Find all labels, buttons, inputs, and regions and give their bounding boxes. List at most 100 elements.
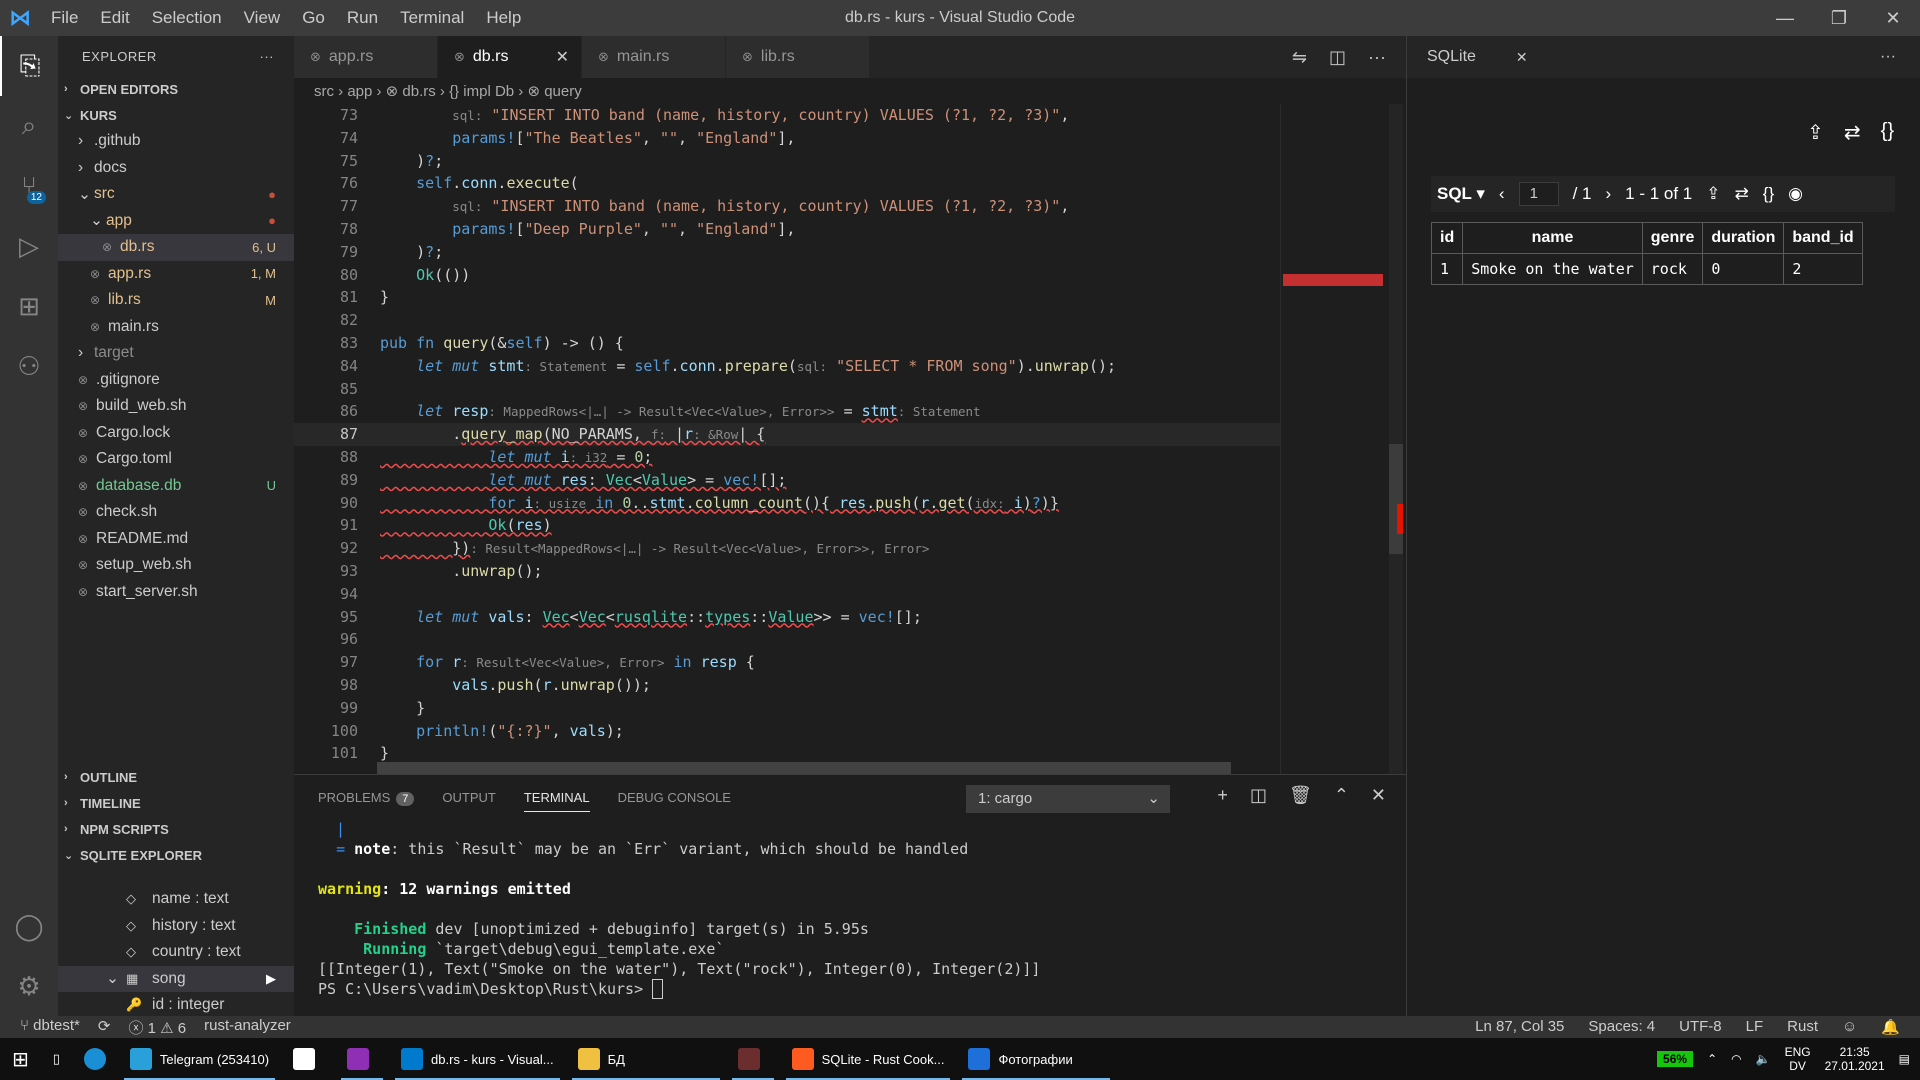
sqlite-tab[interactable]: SQLite [1427, 48, 1476, 66]
code-editor[interactable]: 73 sql: "INSERT INTO band (name, history… [294, 104, 1280, 774]
file-tree-item[interactable]: ⊗ Cargo.toml [58, 446, 294, 473]
breadcrumb[interactable]: src › app › ⊗ db.rs › {} impl Db › ⊗ que… [294, 78, 1406, 104]
file-tree-item[interactable]: › .github [58, 128, 294, 155]
file-tree-item[interactable]: ⌄ app ● [58, 208, 294, 235]
battery-indicator[interactable]: 56% [1657, 1051, 1694, 1067]
section-timeline[interactable]: › TIMELINE [58, 790, 294, 816]
clock[interactable]: 21:35 27.01.2021 [1825, 1045, 1885, 1073]
file-tree-item[interactable]: ⊗ .gitignore [58, 367, 294, 394]
sqlite-tree-item[interactable]: ◇ name : text [58, 886, 294, 913]
feedback-icon[interactable]: ☺ [1842, 1018, 1857, 1036]
sqlite-tree-item[interactable]: 🔑 id : integer [58, 992, 294, 1016]
taskbar-item[interactable]: БД [566, 1038, 726, 1080]
more-actions-icon[interactable]: ··· [260, 49, 275, 64]
menu-view[interactable]: View [233, 0, 292, 36]
file-tree-item[interactable]: ⊗ start_server.sh [58, 579, 294, 606]
page-input[interactable]: 1 [1518, 182, 1559, 206]
kill-terminal-icon[interactable]: 🗑 [1289, 785, 1312, 806]
column-header[interactable]: id [1430, 222, 1464, 254]
results-format-icon[interactable]: {} [1763, 184, 1774, 204]
project-section[interactable]: ⌄ KURS [58, 102, 294, 128]
file-tree-item[interactable]: ⊗ check.sh [58, 499, 294, 526]
run-query-icon[interactable]: ▶ [266, 971, 276, 987]
file-tree-item[interactable]: ⌄ src ● [58, 181, 294, 208]
results-swap-icon[interactable]: ⇄ [1735, 184, 1749, 204]
export-icon[interactable]: ⇪ [1807, 120, 1824, 145]
eol[interactable]: LF [1746, 1018, 1764, 1036]
menu-help[interactable]: Help [475, 0, 532, 36]
panel-tab-problems[interactable]: PROBLEMS 7 [318, 790, 415, 806]
notifications-icon[interactable]: 🔔 [1881, 1018, 1900, 1036]
panel-tab-terminal[interactable]: TERMINAL [523, 783, 590, 812]
menu-terminal[interactable]: Terminal [389, 0, 475, 36]
restore-icon[interactable]: ❐ [1812, 0, 1866, 36]
open-editors-section[interactable]: › OPEN EDITORS [58, 76, 294, 102]
column-header[interactable]: band_id [1783, 222, 1863, 254]
encoding[interactable]: UTF-8 [1679, 1018, 1722, 1036]
minimap[interactable] [1280, 104, 1406, 774]
search-icon[interactable]: ⌕ [0, 96, 58, 156]
sql-dropdown[interactable]: SQL ▾ [1437, 184, 1485, 204]
file-tree-item[interactable]: ⊗ database.db U [58, 473, 294, 500]
lsp-status[interactable]: rust-analyzer [204, 1017, 291, 1038]
editor-more-icon[interactable]: ··· [1368, 47, 1386, 68]
table-row[interactable]: 1 Smoke on the water rock 0 2 [1430, 253, 1863, 285]
branch-status[interactable]: ⑂ dbtest* [20, 1017, 80, 1038]
close-tab-icon[interactable]: ✕ [556, 47, 569, 67]
problems-status[interactable]: ⓧ 1 ⚠ 6 [128, 1017, 186, 1038]
horizontal-scrollbar[interactable] [377, 762, 1231, 774]
tray-chevron-icon[interactable]: ⌃ [1707, 1052, 1717, 1066]
taskbar-item[interactable] [335, 1038, 389, 1080]
taskbar-item[interactable] [281, 1038, 335, 1080]
action-center-icon[interactable]: ▤ [1899, 1052, 1910, 1066]
sqlite-tree-item[interactable]: ⌄ ▦ song ▶ [58, 965, 294, 992]
tab-app-rs[interactable]: ⊗ app.rs [294, 36, 438, 78]
menu-file[interactable]: File [40, 0, 89, 36]
export-results-icon[interactable]: ⇪ [1706, 184, 1720, 204]
tab-db-rs[interactable]: ⊗ db.rs ✕ [438, 36, 582, 78]
menu-edit[interactable]: Edit [89, 0, 140, 36]
taskbar-item[interactable]: SQLite - Rust Cook... [780, 1038, 957, 1080]
extensions-icon[interactable]: ⊞ [0, 276, 58, 336]
volume-icon[interactable]: 🔈 [1756, 1052, 1771, 1066]
split-terminal-icon[interactable]: ◫ [1250, 785, 1267, 806]
menu-run[interactable]: Run [336, 0, 389, 36]
start-button[interactable]: ⊞ [0, 1038, 41, 1080]
sqlite-tree-item[interactable]: ◇ country : text [58, 939, 294, 966]
taskbar-item[interactable]: Telegram (253410) [118, 1038, 281, 1080]
file-tree-item[interactable]: ⊗ lib.rs M [58, 287, 294, 314]
menu-go[interactable]: Go [291, 0, 336, 36]
taskbar-item[interactable] [726, 1038, 780, 1080]
close-window-icon[interactable]: ✕ [1866, 0, 1920, 36]
input-language[interactable]: ENG DV [1785, 1045, 1811, 1073]
prev-page-icon[interactable]: ‹ [1499, 184, 1505, 204]
tab-main-rs[interactable]: ⊗ main.rs [582, 36, 726, 78]
file-tree-item[interactable]: ⊗ app.rs 1, M [58, 261, 294, 288]
menu-selection[interactable]: Selection [141, 0, 233, 36]
accounts-icon[interactable]: ◯ [0, 896, 58, 956]
sqlite-explorer-icon[interactable]: ⚇ [0, 336, 58, 396]
maximize-panel-icon[interactable]: ⌃ [1334, 785, 1349, 806]
format-icon[interactable]: {} [1881, 120, 1894, 145]
file-tree-item[interactable]: ⊗ build_web.sh [58, 393, 294, 420]
split-editor-icon[interactable]: ◫ [1329, 47, 1346, 68]
close-panel-icon[interactable]: ✕ [1371, 785, 1386, 806]
taskbar-item[interactable]: db.rs - kurs - Visual... [389, 1038, 566, 1080]
terminal-select[interactable]: 1: cargo ⌄ [966, 785, 1170, 813]
section-sqlite-explorer[interactable]: ⌄ SQLITE EXPLORER [58, 842, 294, 868]
wifi-icon[interactable]: ◠ [1731, 1052, 1741, 1066]
file-tree-item[interactable]: ⊗ db.rs 6, U [58, 234, 294, 261]
panel-more-icon[interactable]: ··· [1880, 48, 1896, 66]
panel-tab-debug-console[interactable]: DEBUG CONSOLE [618, 790, 731, 805]
file-tree-item[interactable]: › docs [58, 155, 294, 182]
column-header[interactable]: genre [1641, 222, 1704, 254]
tab-lib-rs[interactable]: ⊗ lib.rs [726, 36, 870, 78]
manage-gear-icon[interactable]: ⚙ [0, 956, 58, 1016]
file-tree-item[interactable]: ⊗ README.md [58, 526, 294, 553]
file-tree-item[interactable]: ⊗ setup_web.sh [58, 552, 294, 579]
eye-icon[interactable]: ◉ [1788, 184, 1803, 204]
taskbar-item[interactable]: Фотографии [956, 1038, 1116, 1080]
run-debug-icon[interactable]: ▷ [0, 216, 58, 276]
file-tree-item[interactable]: ⊗ Cargo.lock [58, 420, 294, 447]
next-page-icon[interactable]: › [1605, 184, 1611, 204]
